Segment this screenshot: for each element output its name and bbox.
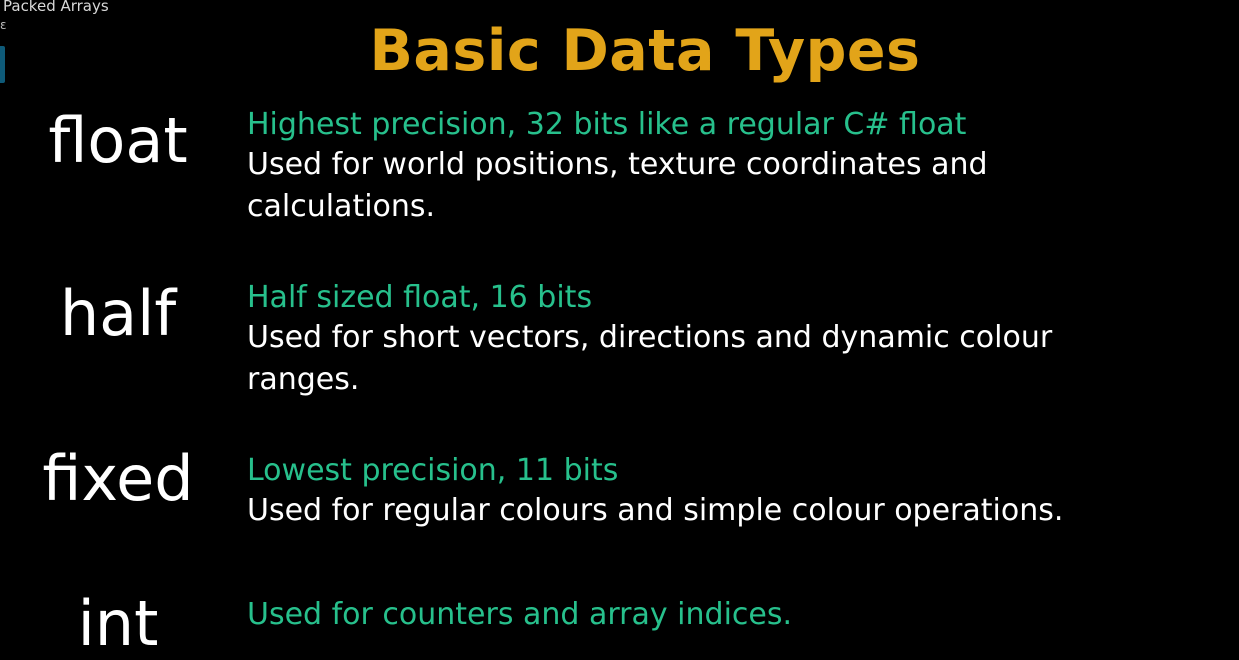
type-desc-half: Half sized float, 16 bits Used for short… <box>247 279 1052 401</box>
type-headline-int: Used for counters and array indices. <box>247 597 793 632</box>
type-desc-float: Highest precision, 32 bits like a regula… <box>247 106 988 228</box>
type-desc-line: Used for short vectors, directions and d… <box>247 320 1053 355</box>
type-headline-float: Highest precision, 32 bits like a regula… <box>247 107 967 142</box>
type-desc-line: ranges. <box>247 362 360 397</box>
type-headline-half: Half sized float, 16 bits <box>247 280 593 315</box>
type-headline-fixed: Lowest precision, 11 bits <box>247 453 619 488</box>
slide-title: Basic Data Types <box>369 18 921 84</box>
type-desc-int: Used for counters and array indices. <box>247 596 792 634</box>
type-name-float: float <box>48 104 188 177</box>
type-desc-line: calculations. <box>247 189 436 224</box>
type-name-int: int <box>77 587 159 660</box>
type-desc-line: Used for world positions, texture coordi… <box>247 147 988 182</box>
type-desc-fixed: Lowest precision, 11 bits Used for regul… <box>247 452 1063 532</box>
type-name-fixed: fixed <box>42 442 194 515</box>
type-desc-line: Used for regular colours and simple colo… <box>247 493 1064 528</box>
window-title: Packed Arrays <box>3 0 109 15</box>
type-name-half: half <box>59 277 177 350</box>
